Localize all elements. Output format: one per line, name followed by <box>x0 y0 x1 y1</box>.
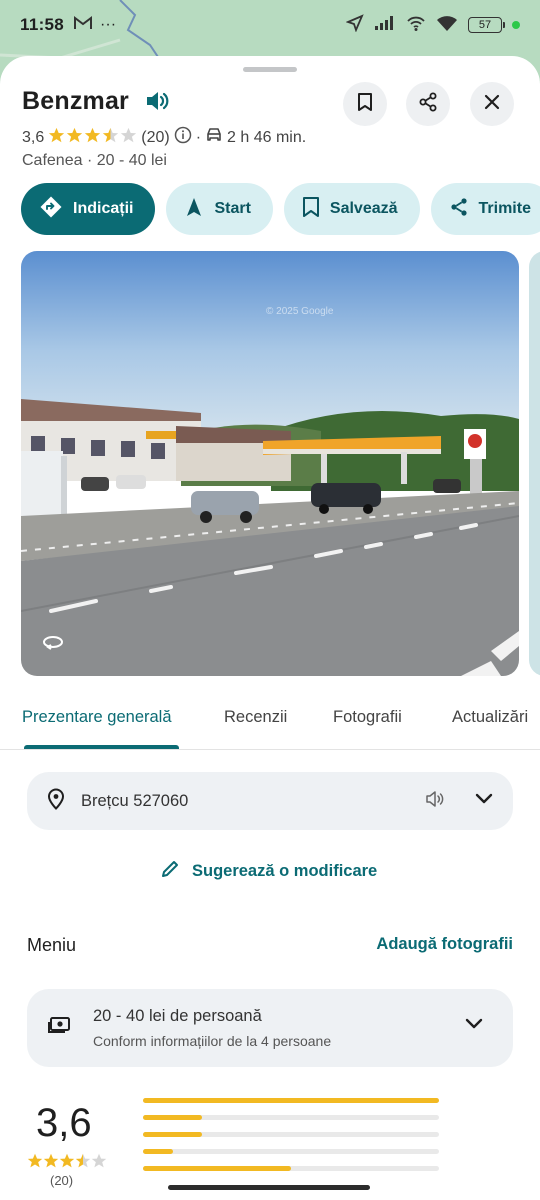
hotspot-icon <box>406 14 426 37</box>
photo-watermark: © 2025 Google <box>266 306 334 317</box>
share-icon <box>418 92 438 117</box>
status-time: 11:58 <box>20 15 65 34</box>
rating-bar-4-stars <box>143 1115 439 1120</box>
address-row[interactable]: Brețcu 527060 <box>27 772 513 830</box>
system-gesture-bar[interactable] <box>168 1185 370 1190</box>
close-icon <box>484 94 500 115</box>
chevron-down-icon[interactable] <box>475 792 493 810</box>
add-photos-link[interactable]: Adaugă fotografii <box>376 935 513 954</box>
tab-updates[interactable]: Actualizări <box>452 708 528 727</box>
car-icon <box>205 127 223 148</box>
chevron-down-icon[interactable] <box>465 1017 483 1035</box>
rating-bar-fill <box>143 1149 173 1154</box>
star-icon <box>84 127 101 149</box>
share-label: Trimite <box>478 200 531 217</box>
start-label: Start <box>214 200 251 217</box>
privacy-indicator-dot <box>512 21 520 29</box>
rating-stars <box>48 127 137 149</box>
tab-reviews[interactable]: Recenzii <box>224 708 287 727</box>
money-icon <box>47 1016 71 1041</box>
place-sheet: Benzmar 3,6 (20) · 2 h 46 min. Cafenea ·… <box>0 56 540 1200</box>
close-button[interactable] <box>470 82 514 126</box>
price-per-person: 20 - 40 lei de persoană <box>93 1007 262 1025</box>
rating-bar-5-stars <box>143 1098 439 1103</box>
gmail-icon <box>74 15 93 35</box>
place-category-price: Cafenea · 20 - 40 lei <box>22 152 167 169</box>
save-label: Salvează <box>329 200 398 217</box>
rating-bar-2-stars <box>143 1149 439 1154</box>
review-count: (20) <box>141 128 170 146</box>
share-icon <box>449 197 469 222</box>
directions-button[interactable]: Indicații <box>21 183 156 235</box>
price-range-card[interactable]: 20 - 40 lei de persoană Conform informaț… <box>27 989 513 1067</box>
rating-bar-fill <box>143 1132 203 1137</box>
suggest-edit-label: Sugerează o modificare <box>192 862 378 880</box>
more-notifications-icon: ··· <box>100 16 117 33</box>
star-icon <box>102 127 119 149</box>
bookmark-icon <box>357 92 373 117</box>
pencil-icon <box>160 859 180 884</box>
rating-row[interactable]: 3,6 (20) · 2 h 46 min. <box>22 126 306 149</box>
menu-section-title: Meniu <box>27 935 77 955</box>
star-icon <box>120 127 137 149</box>
drag-handle[interactable] <box>243 67 297 72</box>
rating-value: 3,6 <box>22 128 45 146</box>
star-icon <box>48 127 65 149</box>
share-button[interactable] <box>406 82 450 126</box>
rating-summary-value: 3,6 <box>36 1101 92 1145</box>
star-icon <box>66 127 83 149</box>
read-aloud-speaker-icon[interactable] <box>425 790 445 813</box>
next-photo-preview[interactable] <box>529 251 540 676</box>
save-button[interactable] <box>343 82 387 126</box>
star-icon <box>75 1153 91 1174</box>
share-chip-button[interactable]: Trimite <box>430 183 540 235</box>
star-icon <box>27 1153 43 1174</box>
save-chip-button[interactable]: Salvează <box>283 183 420 235</box>
rating-bar-1-stars <box>143 1166 439 1171</box>
star-icon <box>43 1153 59 1174</box>
rating-bar-fill <box>143 1115 203 1120</box>
street-view-photo[interactable]: © 2025 Google <box>21 251 519 676</box>
directions-label: Indicații <box>73 200 134 217</box>
location-pin-icon <box>47 787 65 815</box>
suggest-edit-link[interactable]: Sugerează o modificare <box>160 859 377 884</box>
action-chips: Indicații Start Salvează Trimite <box>21 183 540 235</box>
rating-bar-3-stars <box>143 1132 439 1137</box>
rating-summary-stars <box>27 1153 107 1174</box>
start-button[interactable]: Start <box>166 183 273 235</box>
signal-icon <box>374 15 396 36</box>
tab-photos[interactable]: Fotografii <box>333 708 402 727</box>
pronounce-speaker-icon[interactable] <box>143 86 173 116</box>
navigation-arrow-icon <box>184 197 204 222</box>
place-title: Benzmar <box>22 86 129 115</box>
rating-distribution[interactable] <box>143 1098 439 1183</box>
battery-icon: 57 <box>468 17 505 33</box>
rating-bar-fill <box>143 1098 439 1103</box>
wifi-icon <box>436 14 458 37</box>
tab-overview[interactable]: Prezentare generală <box>22 708 172 727</box>
bookmark-icon <box>302 196 320 223</box>
place-tabs: Prezentare generală Recenzii Fotografii … <box>0 700 540 752</box>
price-source-note: Conform informațiilor de la 4 persoane <box>93 1033 332 1049</box>
tabs-divider <box>0 749 540 750</box>
info-icon[interactable] <box>174 126 192 149</box>
star-icon <box>59 1153 75 1174</box>
address-text: Brețcu 527060 <box>81 791 189 810</box>
location-arrow-icon <box>345 13 364 37</box>
drive-time: 2 h 46 min. <box>227 128 307 146</box>
directions-icon <box>39 195 63 224</box>
status-bar: 11:58 ··· 57 <box>0 0 540 50</box>
rating-bar-fill <box>143 1166 291 1171</box>
star-icon <box>91 1153 107 1174</box>
rating-summary-count: (20) <box>50 1173 74 1188</box>
